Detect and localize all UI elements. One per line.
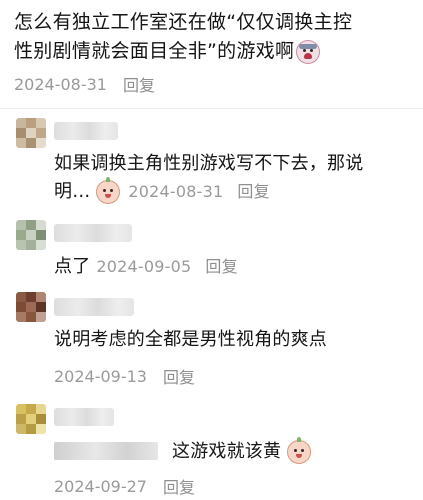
comment-date: 2024-09-27 [54, 476, 147, 496]
avatar-mosaic-cell [36, 138, 46, 148]
avatar-mosaic-cell [26, 302, 36, 312]
avatar-mosaic-cell [26, 220, 36, 230]
comment-reply-button[interactable]: 回复 [205, 253, 237, 281]
avatar-mosaic-cell [36, 404, 46, 414]
post-meta: 2024-08-31 回复 [14, 72, 414, 96]
baby-face-emoji-icon [287, 437, 312, 464]
avatar-mosaic-cell [16, 414, 26, 424]
avatar-mosaic-cell [36, 128, 46, 138]
avatar-mosaic-cell [26, 312, 36, 322]
avatar-mosaic-cell [36, 414, 46, 424]
comment-text-line-2-content: 明… [54, 181, 91, 202]
comment-text: 如果调换主角性别游戏写不下去，那说 明… 2024-08-31 回复 [54, 150, 363, 206]
avatar-mosaic-cell [26, 414, 36, 424]
username-blurred[interactable] [54, 122, 118, 140]
username-blurred[interactable] [54, 298, 134, 316]
comment-date: 2024-09-05 [96, 257, 192, 276]
comment-meta: 2024-09-27 回复 [54, 474, 195, 498]
avatar-mosaic-cell [36, 118, 46, 128]
avatar-mosaic-cell [26, 118, 36, 128]
comment-text-content: 点了 [54, 256, 91, 277]
avatar-mosaic-cell [26, 230, 36, 240]
avatar-mosaic-cell [16, 138, 26, 148]
avatar-mosaic-cell [16, 230, 26, 240]
comment-meta: 2024-09-13 回复 [54, 364, 195, 388]
avatar-mosaic-cell [36, 220, 46, 230]
avatar-mosaic-cell [36, 312, 46, 322]
comment-text: 这游戏就该黄 [172, 437, 313, 466]
avatar-mosaic-cell [16, 302, 26, 312]
avatar-mosaic-cell [16, 312, 26, 322]
avatar-mosaic-cell [16, 240, 26, 250]
avatar[interactable] [16, 404, 46, 434]
divider [0, 108, 423, 109]
avatar-mosaic-cell [36, 424, 46, 434]
comment-text-line-2: 明… 2024-08-31 回复 [54, 177, 363, 206]
post-text-line-2: 性别剧情就会面目全非”的游戏啊 [14, 37, 414, 66]
comment-reply-button[interactable]: 回复 [163, 474, 195, 498]
comment-date: 2024-09-13 [54, 366, 147, 386]
avatar[interactable] [16, 118, 46, 148]
post-text-line-1: 怎么有独立工作室还在做“仅仅调换主控 [14, 11, 353, 33]
avatar[interactable] [16, 220, 46, 250]
avatar-mosaic-cell [16, 404, 26, 414]
main-post: 怎么有独立工作室还在做“仅仅调换主控 性别剧情就会面目全非”的游戏啊 2024-… [14, 8, 414, 96]
avatar-mosaic-cell [26, 404, 36, 414]
comment-reply-button[interactable]: 回复 [237, 178, 269, 206]
baby-face-emoji-icon [96, 177, 121, 204]
avatar-mosaic-cell [16, 424, 26, 434]
post-date: 2024-08-31 [14, 74, 107, 94]
avatar-mosaic-cell [26, 138, 36, 148]
avatar-mosaic-cell [26, 128, 36, 138]
comment-reply-button[interactable]: 回复 [163, 364, 195, 388]
comment-date: 2024-08-31 [128, 182, 224, 201]
avatar-mosaic-cell [36, 240, 46, 250]
avatar-mosaic-cell [36, 292, 46, 302]
avatar-mosaic-cell [16, 128, 26, 138]
username-blurred[interactable] [54, 408, 114, 426]
avatar-mosaic-cell [16, 220, 26, 230]
post-text: 怎么有独立工作室还在做“仅仅调换主控 性别剧情就会面目全非”的游戏啊 [14, 8, 414, 66]
comment-text-line-1: 如果调换主角性别游戏写不下去，那说 [54, 153, 364, 174]
comment-text: 说明考虑的全都是男性视角的爽点 [54, 329, 327, 350]
avatar-mosaic-cell [26, 240, 36, 250]
mentioned-user-blurred[interactable] [54, 442, 158, 460]
comment-text-content: 这游戏就该黄 [172, 441, 282, 462]
avatar[interactable] [16, 292, 46, 322]
avatar-mosaic-cell [16, 292, 26, 302]
username-blurred[interactable] [54, 224, 132, 242]
avatar-mosaic-cell [16, 118, 26, 128]
post-text-line-2-content: 性别剧情就会面目全非”的游戏啊 [14, 40, 295, 62]
post-reply-button[interactable]: 回复 [123, 72, 155, 96]
comment-text: 点了 2024-09-05 回复 [54, 253, 238, 281]
avatar-mosaic-cell [26, 424, 36, 434]
avatar-mosaic-cell [26, 292, 36, 302]
crying-emoji-icon [296, 39, 321, 64]
avatar-mosaic-cell [36, 302, 46, 312]
avatar-mosaic-cell [36, 230, 46, 240]
